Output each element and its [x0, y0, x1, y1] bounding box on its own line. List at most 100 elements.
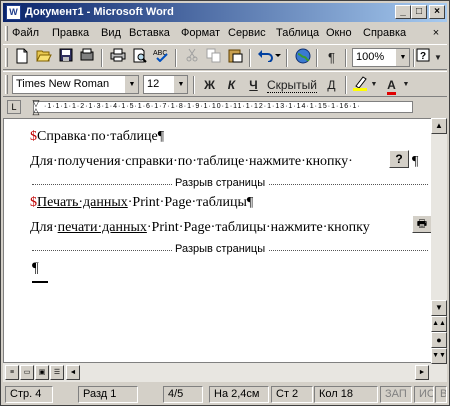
status-trk[interactable]: ИС	[414, 386, 434, 403]
word-app-icon[interactable]: W	[6, 5, 21, 20]
title-bar[interactable]: W Документ1 - Microsoft Word _ □ ×	[3, 3, 447, 22]
menu-view[interactable]: Вид	[101, 27, 121, 39]
menu-bar: Файл Правка Вид Вставка Формат Сервис Та…	[3, 24, 447, 43]
horizontal-ruler[interactable]: L ·1·1·1·1·2·1·3·1·4·1·5·1·6·1·7·1·8·1·9…	[3, 98, 447, 116]
menu-edit[interactable]: Правка	[52, 27, 89, 39]
normal-view-icon[interactable]: ≡	[5, 365, 19, 380]
italic-button[interactable]: К	[221, 75, 242, 95]
ruler-track[interactable]: ·1·1·1·1·2·1·3·1·4·1·5·1·6·1·7·1·8·1·9·1…	[33, 101, 413, 113]
indent-marker-icon[interactable]: ▽ △	[31, 99, 41, 116]
menu-file[interactable]: Файл	[12, 27, 39, 39]
bold-button[interactable]: Ж	[199, 75, 220, 95]
toolbar-grip[interactable]	[5, 48, 8, 67]
chevron-down-icon[interactable]: ▼	[369, 75, 379, 95]
show-formatting-icon[interactable]: ¶	[321, 48, 342, 68]
menu-bar-grip[interactable]	[5, 26, 8, 41]
hidden-text-label: Скрытый	[266, 78, 318, 93]
zoom-value: 100%	[356, 51, 385, 63]
outline-view-icon[interactable]: ☰	[50, 365, 64, 380]
print-layout-view-icon[interactable]: ▣	[35, 365, 49, 380]
underline-button[interactable]: Ч	[243, 75, 264, 95]
document-area[interactable]: $Справка·по·таблице¶ Для·получения·справ…	[3, 118, 431, 362]
new-document-icon[interactable]	[11, 48, 32, 68]
font-color-button[interactable]: A	[381, 75, 402, 95]
cut-icon[interactable]	[181, 48, 202, 68]
chevron-down-icon[interactable]: ▼	[125, 76, 138, 93]
scroll-up-icon[interactable]: ▲	[431, 118, 447, 134]
select-browse-object-icon[interactable]: ●	[431, 332, 447, 348]
zoom-select[interactable]: 100% ▼	[352, 48, 410, 67]
paste-icon[interactable]	[225, 48, 246, 68]
help-button-icon[interactable]: ?	[389, 150, 409, 168]
scroll-down-icon[interactable]: ▼	[431, 300, 447, 316]
menu-window[interactable]: Окно	[326, 27, 352, 39]
scroll-left-icon[interactable]: ◄	[66, 365, 80, 380]
chevron-down-icon[interactable]: ▼	[174, 76, 187, 93]
document-close-icon[interactable]: ×	[429, 26, 443, 40]
menu-table[interactable]: Таблица	[276, 27, 319, 39]
double-underline-button[interactable]: Д	[321, 75, 342, 95]
toolbar-separator	[345, 76, 347, 94]
paragraph-3-underlined: Печать·данных	[37, 195, 128, 210]
toolbar-separator	[193, 76, 195, 94]
undo-icon[interactable]	[255, 48, 283, 68]
status-bar: Стр. 4 Разд 1 4/5 На 2,4см Ст 2 Кол 18 З…	[3, 384, 447, 404]
tab-selector-icon[interactable]: L	[7, 100, 21, 114]
toolbar-separator	[249, 49, 251, 67]
highlight-icon[interactable]	[349, 75, 370, 95]
status-rec[interactable]: ЗАП	[380, 386, 412, 403]
font-select[interactable]: Times New Roman ▼	[12, 75, 139, 94]
next-page-icon[interactable]: ▼▼	[431, 348, 447, 364]
maximize-button[interactable]: □	[411, 5, 427, 19]
font-color-letter: A	[387, 78, 396, 95]
minimize-button[interactable]: _	[395, 5, 411, 19]
paragraph-4[interactable]: Для·печати·данных·Print·Page·таблицы·наж…	[30, 220, 370, 236]
status-pages: 4/5	[163, 386, 203, 403]
menu-insert[interactable]: Вставка	[129, 27, 170, 39]
chevron-down-icon[interactable]: ▼	[396, 49, 409, 66]
paragraph-2-end: ¶	[412, 154, 419, 169]
help-icon[interactable]: ?	[415, 48, 431, 68]
spelling-icon[interactable]: ABC	[151, 48, 172, 68]
menu-format[interactable]: Формат	[181, 27, 220, 39]
print-icon[interactable]	[107, 48, 128, 68]
paragraph-1[interactable]: $Справка·по·таблице¶	[30, 129, 164, 145]
chevron-down-icon[interactable]: ▼	[401, 75, 411, 95]
web-view-icon[interactable]: ▭	[20, 365, 34, 380]
page-break-label: Разрыв страницы	[172, 243, 269, 255]
standard-toolbar: ABC ¶ 100% ▼ ? ▼	[3, 44, 447, 70]
paragraph-4-prefix: Для·	[30, 220, 58, 235]
copy-icon[interactable]	[203, 48, 224, 68]
toolbar-separator	[345, 49, 347, 67]
paragraph-3-rest: ·Print·Page·таблицы¶	[127, 195, 254, 210]
vertical-scrollbar[interactable]: ▲ ▼ ▲▲ ● ▼▼	[431, 118, 447, 382]
menu-help[interactable]: Справка	[363, 27, 406, 39]
menu-tools[interactable]: Сервис	[228, 27, 266, 39]
font-size-select[interactable]: 12 ▼	[143, 75, 188, 94]
horizontal-scrollbar[interactable]: ≡ ▭ ▣ ☰ ◄ ►	[3, 362, 431, 382]
status-ext[interactable]: ВДЛ	[435, 386, 447, 403]
previous-page-icon[interactable]: ▲▲	[431, 316, 447, 332]
paragraph-2[interactable]: Для·получения·справки·по·таблице·нажмите…	[30, 154, 353, 170]
toolbar-separator	[101, 49, 103, 67]
close-button[interactable]: ×	[429, 5, 445, 19]
web-globe-icon[interactable]	[292, 48, 313, 68]
open-icon[interactable]	[33, 48, 54, 68]
scroll-right-icon[interactable]: ►	[415, 365, 429, 380]
hidden-text-button[interactable]: Скрытый	[265, 75, 319, 95]
toolbar-separator	[175, 49, 177, 67]
toolbar-separator	[316, 49, 318, 67]
paragraph-5[interactable]: ¶	[32, 260, 39, 277]
permission-icon[interactable]	[77, 48, 98, 68]
formatting-toolbar: Times New Roman ▼ 12 ▼ Ж К Ч Скрытый Д ▼…	[3, 71, 447, 97]
print-preview-icon[interactable]	[129, 48, 150, 68]
paragraph-3[interactable]: $Печать·данных·Print·Page·таблицы¶	[30, 195, 253, 211]
paragraph-2-text: Для·получения·справки·по·таблице·нажмите…	[30, 154, 353, 169]
print-button-icon[interactable]: 🖶	[412, 215, 431, 233]
paragraph-4-rest: ·Print·Page·таблицы·нажмите·кнопку	[146, 220, 370, 235]
page-break-label: Разрыв страницы	[172, 177, 269, 189]
save-icon[interactable]	[55, 48, 76, 68]
font-name: Times New Roman	[16, 78, 110, 90]
toolbar-grip[interactable]	[5, 75, 8, 94]
toolbar-options-icon[interactable]: ▼	[431, 48, 445, 68]
